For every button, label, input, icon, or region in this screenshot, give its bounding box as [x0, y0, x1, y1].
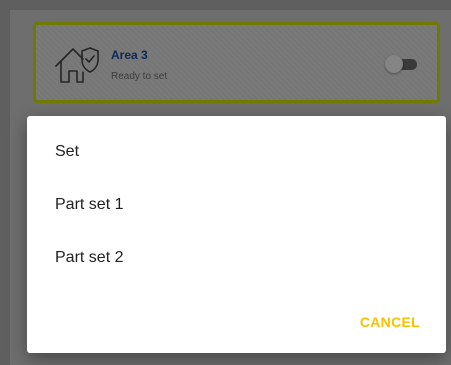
option-part-set-2[interactable]: Part set 2: [27, 235, 446, 281]
area-toggle[interactable]: [385, 55, 419, 73]
option-part-set-1[interactable]: Part set 1: [27, 182, 446, 228]
left-edge: [0, 0, 10, 365]
set-mode-dialog: Set Part set 1 Part set 2 CANCEL: [27, 116, 446, 353]
area-card[interactable]: Area 3 Ready to set: [33, 22, 440, 103]
top-edge: [0, 0, 451, 10]
area-name: Area 3: [111, 48, 148, 62]
house-shield-icon: [52, 42, 102, 86]
area-status: Ready to set: [111, 71, 168, 82]
toggle-thumb: [385, 55, 403, 73]
cancel-button[interactable]: CANCEL: [360, 314, 420, 330]
option-set[interactable]: Set: [27, 129, 446, 175]
